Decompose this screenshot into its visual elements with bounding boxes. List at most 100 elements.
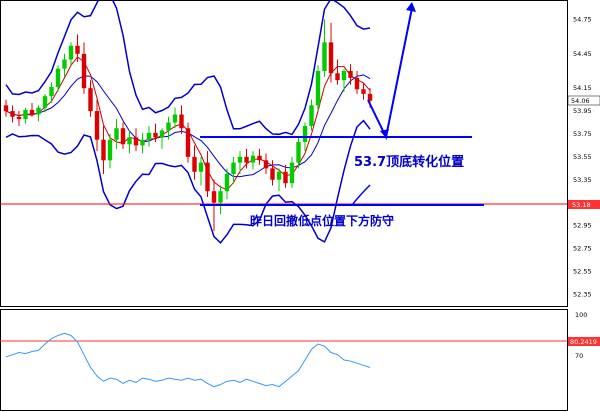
candle-body <box>10 111 15 117</box>
candle <box>172 107 178 129</box>
candle <box>296 137 301 169</box>
candle <box>23 107 28 124</box>
candle <box>270 160 275 186</box>
candle-body <box>341 70 347 81</box>
candle-body <box>172 114 178 123</box>
candle-body <box>94 111 100 140</box>
candle <box>289 156 295 188</box>
candle <box>185 122 191 163</box>
price-axis: 54.7554.4554.1553.9553.7553.5553.3553.15… <box>573 15 592 298</box>
indicator-tick-100: 100 <box>575 311 587 319</box>
candle <box>42 93 48 113</box>
candle <box>192 145 197 180</box>
candle-body <box>159 130 165 138</box>
candle-body <box>335 73 340 81</box>
indicator-panel-frame <box>0 309 568 411</box>
candle-body <box>367 93 373 101</box>
candle <box>114 119 119 149</box>
candle-body <box>140 139 145 146</box>
candle-body <box>185 128 191 157</box>
candle <box>10 105 15 123</box>
candle-body <box>250 155 256 163</box>
candle <box>348 64 353 85</box>
candle-body <box>23 109 28 120</box>
candle <box>133 128 139 152</box>
candle-body <box>62 59 67 69</box>
price-tick-label: 54.45 <box>573 50 592 58</box>
candle-body <box>276 171 282 180</box>
candle <box>88 80 93 117</box>
candle-body <box>270 168 275 180</box>
candle-body <box>211 191 217 203</box>
candle <box>315 65 321 112</box>
candle <box>16 111 22 126</box>
price-tick-label: 53.55 <box>573 153 592 161</box>
price-tick-label: 54.15 <box>573 84 592 92</box>
candle <box>354 70 360 94</box>
trading-chart: 53.7顶底转化位置 昨日回撤低点位置下方防守 54.75 54.45 54.15 5… <box>0 0 600 411</box>
candle-body <box>198 162 204 172</box>
candle <box>179 105 184 134</box>
candle <box>120 122 126 149</box>
candle-body <box>192 156 197 172</box>
candle-body <box>114 128 119 140</box>
candle-body <box>101 139 106 161</box>
candle-body <box>166 122 171 131</box>
bollinger-upper-band <box>5 0 371 136</box>
candle <box>341 68 347 92</box>
candle-body <box>302 125 308 142</box>
candle-body <box>127 137 132 145</box>
candle-body <box>322 42 327 71</box>
candle <box>328 22 334 83</box>
candle-body <box>75 45 80 54</box>
candle-body <box>133 137 139 146</box>
candle <box>81 42 87 94</box>
candle-body <box>289 162 295 184</box>
candle <box>140 132 145 154</box>
indicator-tick-70: 70 <box>575 352 583 360</box>
candle-body <box>36 107 41 115</box>
candle <box>49 82 54 104</box>
candle <box>335 59 340 85</box>
price-tick-label: 53.75 <box>573 130 592 138</box>
candle-body <box>42 96 48 108</box>
candle-body <box>354 77 360 90</box>
candle-body <box>237 156 243 163</box>
candle-body <box>29 109 35 115</box>
candle <box>94 99 100 152</box>
candle-body <box>348 70 353 78</box>
candle <box>62 53 67 77</box>
candle-body <box>120 128 126 145</box>
price-tick-label: 54.75 <box>573 15 592 23</box>
price-tick-label: 52.35 <box>573 290 592 298</box>
candle-body <box>68 45 74 60</box>
candle-body <box>88 88 93 112</box>
candle <box>205 151 210 197</box>
price-tick-label: 53.35 <box>573 176 592 184</box>
candle-body <box>224 174 230 192</box>
candle <box>250 151 256 170</box>
level-price-label: 53.18 <box>572 201 591 209</box>
forecast-arrow-head-icon <box>406 2 416 12</box>
candle-body <box>231 162 236 175</box>
candle <box>218 185 223 215</box>
candle-body <box>257 155 262 161</box>
candle-body <box>49 87 54 97</box>
candle <box>146 125 152 147</box>
small-curve-arrow <box>351 184 371 206</box>
candle-body <box>315 70 321 106</box>
candle-body <box>179 114 184 129</box>
candle <box>3 99 9 117</box>
price-tick-label: 53.95 <box>573 107 592 115</box>
price-tick-label: 52.55 <box>573 267 592 275</box>
candle-body <box>309 105 314 126</box>
forecast-arrow-path <box>367 7 413 141</box>
candle <box>237 151 243 175</box>
candle-body <box>283 171 288 184</box>
candle <box>68 42 74 66</box>
current-price-label: 54.06 <box>571 97 590 105</box>
candle-body <box>153 132 158 138</box>
candle-body <box>16 116 22 120</box>
candle-body <box>218 191 223 203</box>
candle-body <box>328 42 334 74</box>
